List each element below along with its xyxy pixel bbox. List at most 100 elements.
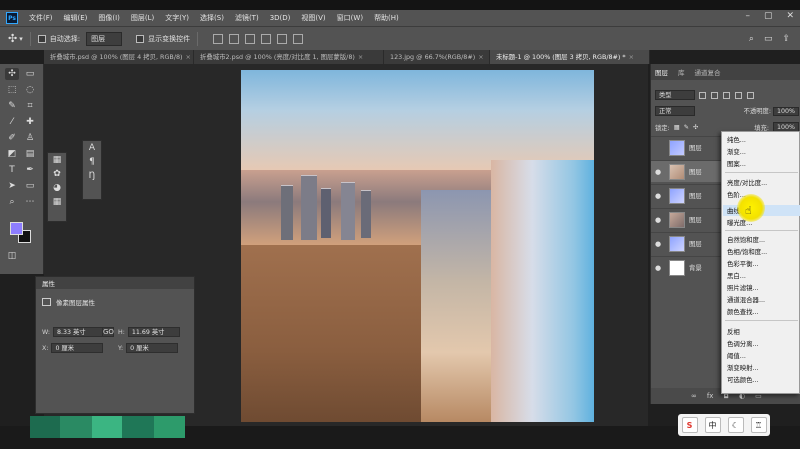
quick-mask-icon[interactable]: ◫: [5, 250, 19, 262]
brush-tool-icon[interactable]: ✐: [5, 132, 19, 144]
menu-type[interactable]: 文字(Y): [165, 13, 189, 23]
align-left-icon[interactable]: [213, 33, 224, 44]
move-tool-icon[interactable]: ✣: [8, 32, 17, 45]
tab-document-3[interactable]: 123.jpg @ 66.7%(RGB/8#) ×: [384, 50, 490, 64]
rectangle-tool-icon[interactable]: ▭: [23, 180, 37, 192]
menu-item-brightness-contrast[interactable]: 亮度/对比度...: [727, 178, 767, 187]
menu-item-hue-saturation[interactable]: 色相/饱和度...: [727, 247, 767, 256]
lock-pixels-icon[interactable]: ▦: [674, 124, 680, 131]
close-icon[interactable]: ✕: [786, 11, 794, 21]
pixel-filter-icon[interactable]: [699, 91, 706, 99]
artboard-tool-icon[interactable]: ▭: [23, 68, 37, 80]
workspace-icon[interactable]: ▭: [764, 34, 773, 44]
menu-item-gradient[interactable]: 渐变...: [727, 147, 746, 156]
gradient-tool-icon[interactable]: ▤: [23, 148, 37, 160]
moon-icon[interactable]: ☾: [727, 417, 744, 433]
align-middle-icon[interactable]: [277, 33, 288, 44]
menu-file[interactable]: 文件(F): [29, 13, 53, 23]
menu-item-color-lookup[interactable]: 颜色查找...: [727, 307, 759, 316]
swatches-icon[interactable]: ◕: [48, 181, 66, 195]
shape-filter-icon[interactable]: [735, 91, 742, 99]
align-right-icon[interactable]: [245, 33, 256, 44]
close-icon[interactable]: ×: [358, 53, 363, 61]
eye-icon[interactable]: ●: [651, 216, 665, 224]
path-select-tool-icon[interactable]: ➤: [5, 180, 19, 192]
tab-libraries[interactable]: 库: [678, 67, 685, 77]
menu-image[interactable]: 图像(I): [98, 13, 120, 23]
stamp-tool-icon[interactable]: ♙: [23, 132, 37, 144]
text-tool-icon[interactable]: T: [5, 164, 19, 176]
menu-view[interactable]: 视图(V): [301, 13, 325, 23]
paragraph-icon[interactable]: ¶: [83, 155, 101, 169]
menu-item-solid-color[interactable]: 纯色...: [727, 135, 746, 144]
menu-item-invert[interactable]: 反相: [727, 327, 740, 336]
menu-item-pattern[interactable]: 图案...: [727, 159, 746, 168]
crop-tool-icon[interactable]: ⌗: [23, 100, 37, 112]
tool-preset-chevron-icon[interactable]: ▾: [19, 35, 23, 43]
history-icon[interactable]: ▦: [48, 153, 66, 167]
link-dimensions-icon[interactable]: GO: [102, 327, 114, 337]
menu-item-color-balance[interactable]: 色彩平衡...: [727, 259, 759, 268]
smart-filter-icon[interactable]: [747, 91, 754, 99]
close-icon[interactable]: ×: [478, 53, 483, 61]
tab-document-2[interactable]: 折叠城市2.psd @ 100% (亮度/对比度 1, 图层蒙版/8) ×: [194, 50, 384, 64]
sogou-icon[interactable]: S: [681, 417, 698, 433]
restore-icon[interactable]: ▢: [764, 11, 773, 21]
menu-filter[interactable]: 滤镜(T): [235, 13, 259, 23]
eye-icon[interactable]: ●: [651, 240, 665, 248]
opacity-field[interactable]: 100%: [772, 107, 799, 116]
x-field[interactable]: 0 厘米: [51, 343, 104, 353]
foreground-color-swatch[interactable]: [10, 222, 23, 235]
auto-select-dropdown[interactable]: 图层: [86, 31, 123, 46]
menu-item-photo-filter[interactable]: 照片滤镜...: [727, 283, 759, 292]
menu-item-posterize[interactable]: 色调分离...: [727, 339, 759, 348]
blend-mode-dropdown[interactable]: 正常: [655, 106, 695, 116]
minimize-icon[interactable]: –: [745, 11, 750, 21]
close-icon[interactable]: ×: [186, 53, 191, 61]
show-transform-checkbox[interactable]: [136, 34, 145, 43]
share-icon[interactable]: ⇪: [782, 34, 790, 44]
width-field[interactable]: 8.33 英寸: [52, 327, 105, 337]
height-field[interactable]: 11.69 英寸: [127, 327, 180, 337]
zoom-tool-icon[interactable]: ⌕: [5, 196, 19, 208]
brush-settings-icon[interactable]: ✿: [48, 167, 66, 181]
menu-item-selective-color[interactable]: 可选颜色...: [727, 375, 759, 384]
more-tools-icon[interactable]: ⋯: [23, 196, 37, 208]
search-icon[interactable]: ⌕: [749, 34, 754, 44]
kind-filter-dropdown[interactable]: 类型: [655, 90, 695, 100]
y-field[interactable]: 0 厘米: [126, 343, 179, 353]
align-bottom-icon[interactable]: [293, 33, 304, 44]
healing-brush-tool-icon[interactable]: ✚: [23, 116, 37, 128]
menu-help[interactable]: 帮助(H): [374, 13, 399, 23]
menu-layer[interactable]: 图层(L): [131, 13, 154, 23]
lasso-tool-icon[interactable]: ◌: [23, 84, 37, 96]
document-canvas[interactable]: [241, 70, 594, 422]
menu-window[interactable]: 窗口(W): [337, 13, 363, 23]
close-icon[interactable]: ×: [629, 53, 634, 61]
menu-select[interactable]: 选择(S): [200, 13, 224, 23]
eye-icon[interactable]: ●: [651, 264, 665, 272]
eyedropper-tool-icon[interactable]: ⁄: [5, 116, 19, 128]
menu-item-channel-mixer[interactable]: 通道混合器...: [727, 295, 765, 304]
properties-tab[interactable]: 属性: [36, 277, 194, 289]
layer-style-icon[interactable]: fx: [707, 392, 714, 400]
tab-layers[interactable]: 图层: [655, 67, 668, 77]
eye-icon[interactable]: ●: [651, 168, 665, 176]
eye-icon[interactable]: ●: [651, 192, 665, 200]
menu-item-vibrance[interactable]: 自然饱和度...: [727, 235, 765, 244]
glyphs-icon[interactable]: Ŋ: [83, 169, 101, 183]
shirt-icon[interactable]: ♖: [750, 417, 767, 433]
menu-item-gradient-map[interactable]: 渐变映射...: [727, 363, 759, 372]
adjustment-filter-icon[interactable]: [711, 91, 718, 99]
link-layers-icon[interactable]: ∞: [691, 392, 697, 400]
lock-position-icon[interactable]: ✣: [693, 124, 698, 131]
tab-document-4[interactable]: 未标题-1 @ 100% (图层 3 拷贝, RGB/8#) * ×: [490, 50, 650, 64]
menu-item-black-white[interactable]: 黑白...: [727, 271, 746, 280]
menu-edit[interactable]: 编辑(E): [64, 13, 88, 23]
character-icon[interactable]: A: [83, 141, 101, 155]
menu-3d[interactable]: 3D(D): [270, 14, 291, 22]
align-center-icon[interactable]: [229, 33, 240, 44]
eraser-tool-icon[interactable]: ◩: [5, 148, 19, 160]
type-filter-icon[interactable]: [723, 91, 730, 99]
ime-chinese-mode-button[interactable]: 中: [704, 417, 721, 433]
